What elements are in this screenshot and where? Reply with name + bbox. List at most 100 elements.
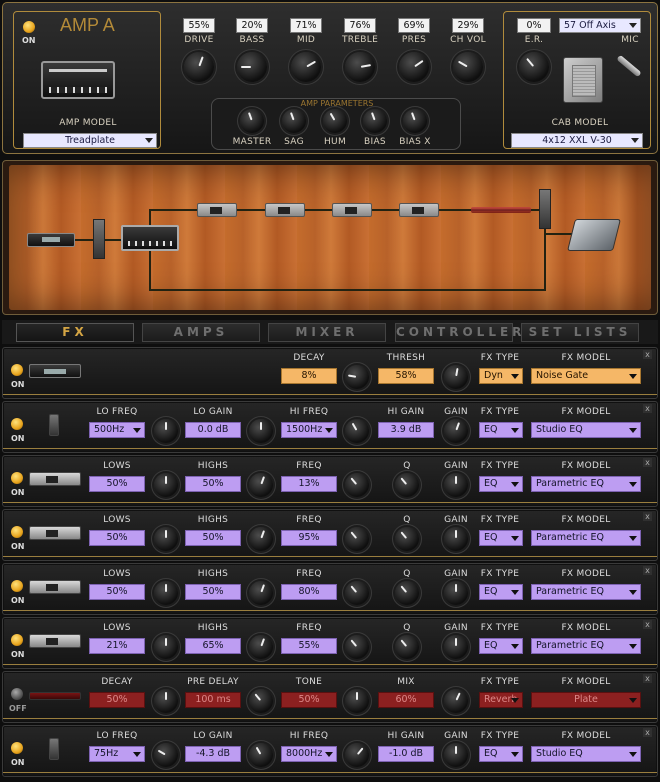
close-icon[interactable]: x bbox=[643, 458, 652, 467]
bass-knob[interactable] bbox=[237, 52, 267, 82]
close-icon[interactable]: x bbox=[643, 350, 652, 359]
lo-freq-select[interactable]: 75Hz bbox=[89, 746, 145, 762]
gain-knob[interactable] bbox=[444, 581, 468, 605]
tone-value[interactable]: 50% bbox=[281, 692, 337, 708]
master-knob[interactable] bbox=[240, 109, 264, 133]
hi-gain-value[interactable]: 3.9 dB bbox=[378, 422, 434, 438]
fx-type-select[interactable]: EQ bbox=[479, 422, 523, 438]
close-icon[interactable]: x bbox=[643, 674, 652, 683]
lo-freq-select[interactable]: 500Hz bbox=[89, 422, 145, 438]
q-knob[interactable] bbox=[395, 581, 419, 605]
decay-knob[interactable] bbox=[345, 365, 369, 389]
mix-knob[interactable] bbox=[444, 689, 468, 713]
lows-knob[interactable] bbox=[154, 473, 178, 497]
fx-power-button[interactable] bbox=[11, 580, 23, 592]
lows-value[interactable]: 21% bbox=[89, 638, 145, 654]
parametric-eq-device[interactable] bbox=[332, 203, 372, 217]
tab-amps[interactable]: AMPS bbox=[142, 323, 260, 342]
highs-knob[interactable] bbox=[249, 581, 273, 605]
lo-freq-knob[interactable] bbox=[154, 743, 178, 767]
freq-knob[interactable] bbox=[345, 473, 369, 497]
highs-value[interactable]: 50% bbox=[185, 530, 241, 546]
fx-power-button[interactable] bbox=[11, 634, 23, 646]
decay-knob[interactable] bbox=[154, 689, 178, 713]
lows-knob[interactable] bbox=[154, 581, 178, 605]
decay-value[interactable]: 50% bbox=[89, 692, 145, 708]
freq-knob[interactable] bbox=[345, 581, 369, 605]
lo-gain-value[interactable]: -4.3 dB bbox=[185, 746, 241, 762]
fx-power-button[interactable] bbox=[11, 688, 23, 700]
highs-value[interactable]: 65% bbox=[185, 638, 241, 654]
fx-type-select[interactable]: EQ bbox=[479, 476, 523, 492]
lo-freq-knob[interactable] bbox=[154, 419, 178, 443]
mix-value[interactable]: 60% bbox=[378, 692, 434, 708]
pres-knob[interactable] bbox=[399, 52, 429, 82]
fx-type-select[interactable]: EQ bbox=[479, 638, 523, 654]
freq-value[interactable]: 13% bbox=[281, 476, 337, 492]
studio-eq-device[interactable] bbox=[93, 219, 105, 259]
freq-knob[interactable] bbox=[345, 527, 369, 551]
sag-knob[interactable] bbox=[282, 109, 306, 133]
biasx-knob[interactable] bbox=[403, 109, 427, 133]
lows-value[interactable]: 50% bbox=[89, 476, 145, 492]
fx-model-select[interactable]: Parametric EQ bbox=[531, 530, 641, 546]
close-icon[interactable]: x bbox=[643, 566, 652, 575]
tab-set-lists[interactable]: SET LISTS bbox=[521, 323, 639, 342]
freq-value[interactable]: 95% bbox=[281, 530, 337, 546]
decay-value[interactable]: 8% bbox=[281, 368, 337, 384]
freq-value[interactable]: 55% bbox=[281, 638, 337, 654]
gain-knob[interactable] bbox=[444, 473, 468, 497]
treble-knob[interactable] bbox=[345, 52, 375, 82]
gain-knob[interactable] bbox=[444, 527, 468, 551]
lo-gain-value[interactable]: 0.0 dB bbox=[185, 422, 241, 438]
q-knob[interactable] bbox=[395, 635, 419, 659]
fx-power-button[interactable] bbox=[11, 364, 23, 376]
lows-value[interactable]: 50% bbox=[89, 530, 145, 546]
mid-value[interactable]: 71% bbox=[290, 18, 322, 33]
lows-knob[interactable] bbox=[154, 635, 178, 659]
parametric-eq-device[interactable] bbox=[197, 203, 237, 217]
close-icon[interactable]: x bbox=[643, 404, 652, 413]
highs-value[interactable]: 50% bbox=[185, 584, 241, 600]
fx-type-select[interactable]: EQ bbox=[479, 530, 523, 546]
q-knob[interactable] bbox=[395, 527, 419, 551]
highs-knob[interactable] bbox=[249, 473, 273, 497]
fx-type-select[interactable]: EQ bbox=[479, 746, 523, 762]
fx-power-button[interactable] bbox=[11, 472, 23, 484]
mid-knob[interactable] bbox=[291, 52, 321, 82]
amp-head-device[interactable] bbox=[121, 225, 179, 251]
thresh-knob[interactable] bbox=[444, 365, 468, 389]
er-value[interactable]: 0% bbox=[517, 18, 551, 33]
treble-value[interactable]: 76% bbox=[344, 18, 376, 33]
fx-power-button[interactable] bbox=[11, 742, 23, 754]
fx-model-select[interactable]: Plate bbox=[531, 692, 641, 708]
pres-value[interactable]: 69% bbox=[398, 18, 430, 33]
chvol-knob[interactable] bbox=[453, 52, 483, 82]
amp-model-select[interactable]: Treadplate bbox=[23, 133, 157, 148]
hi-freq-knob[interactable] bbox=[345, 743, 369, 767]
hum-knob[interactable] bbox=[323, 109, 347, 133]
highs-knob[interactable] bbox=[249, 527, 273, 551]
bass-value[interactable]: 20% bbox=[236, 18, 268, 33]
studio-eq-device[interactable] bbox=[539, 189, 551, 229]
tab-controllers[interactable]: CONTROLLERS bbox=[395, 323, 534, 342]
close-icon[interactable]: x bbox=[643, 728, 652, 737]
fx-type-select[interactable]: Reverb bbox=[479, 692, 523, 708]
gain-knob[interactable] bbox=[444, 419, 468, 443]
close-icon[interactable]: x bbox=[643, 512, 652, 521]
fx-model-select[interactable]: Parametric EQ bbox=[531, 584, 641, 600]
chvol-value[interactable]: 29% bbox=[452, 18, 484, 33]
gain-knob[interactable] bbox=[444, 743, 468, 767]
lows-value[interactable]: 50% bbox=[89, 584, 145, 600]
pre-delay-knob[interactable] bbox=[249, 689, 273, 713]
pre-delay-value[interactable]: 100 ms bbox=[185, 692, 241, 708]
parametric-eq-device[interactable] bbox=[399, 203, 439, 217]
fx-type-select[interactable]: Dyn bbox=[479, 368, 523, 384]
fx-power-button[interactable] bbox=[11, 418, 23, 430]
fx-type-select[interactable]: EQ bbox=[479, 584, 523, 600]
tone-knob[interactable] bbox=[345, 689, 369, 713]
fx-model-select[interactable]: Studio EQ bbox=[531, 746, 641, 762]
thresh-value[interactable]: 58% bbox=[378, 368, 434, 384]
cab-model-select[interactable]: 4x12 XXL V-30 bbox=[511, 133, 643, 148]
fx-model-select[interactable]: Noise Gate bbox=[531, 368, 641, 384]
